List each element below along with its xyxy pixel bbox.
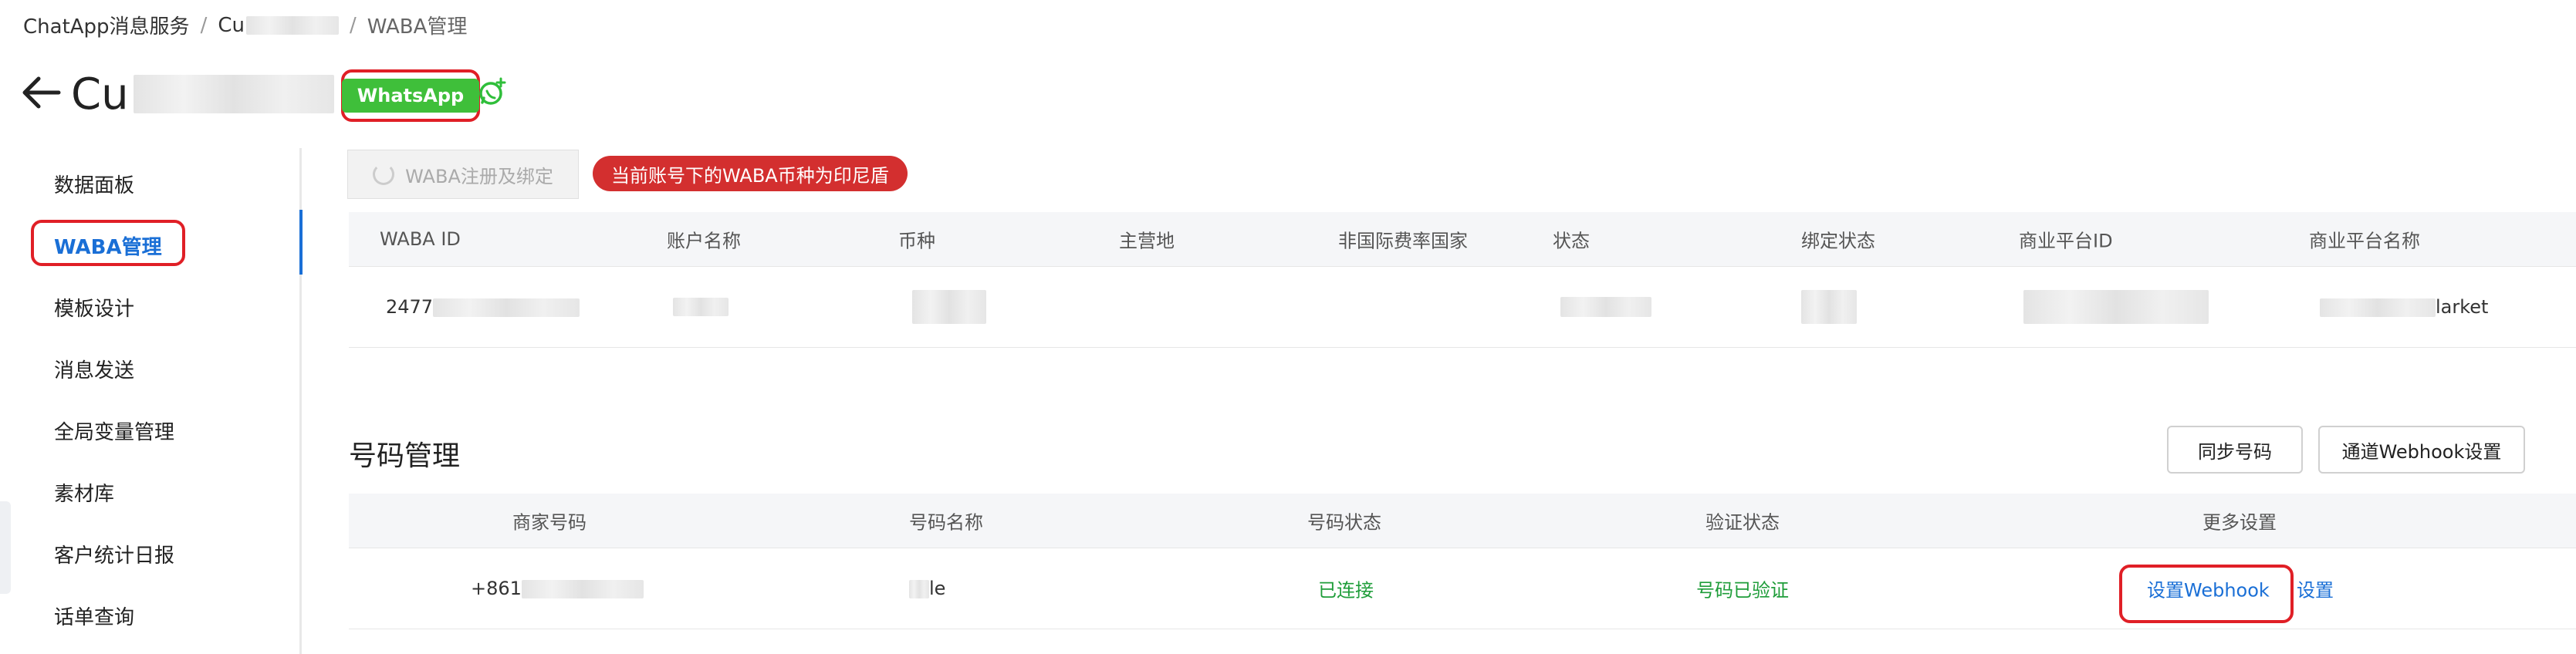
sync-numbers-button[interactable]: 同步号码 <box>2167 426 2303 474</box>
channel-webhook-button[interactable]: 通道Webhook设置 <box>2318 426 2525 474</box>
column-header: 状态 <box>1553 230 1590 252</box>
breadcrumb-separator: / <box>349 13 357 37</box>
redacted-block <box>909 580 929 598</box>
breadcrumb-middle[interactable]: Cu <box>218 14 245 37</box>
column-header: WABA ID <box>380 228 461 250</box>
column-header: 验证状态 <box>1706 511 1780 534</box>
redacted-block <box>133 75 334 113</box>
sidebar-item-template[interactable]: 模板设计 <box>54 293 134 322</box>
redacted-block <box>673 298 729 316</box>
column-header: 号码状态 <box>1307 511 1381 534</box>
breadcrumb-root[interactable]: ChatApp消息服务 <box>23 11 190 39</box>
sidebar-item-bills[interactable]: 话单查询 <box>54 602 134 630</box>
numbers-table-header: 商家号码 号码名称 号码状态 验证状态 更多设置 <box>349 494 2576 548</box>
waba-id-value: 2477 <box>386 296 434 318</box>
phone-cell: +861 <box>471 578 644 599</box>
whatsapp-badge: WhatsApp <box>341 79 480 113</box>
column-header: 商业平台名称 <box>2309 230 2420 252</box>
sidebar-item-dashboard[interactable]: 数据面板 <box>54 170 134 198</box>
platform-name-value: larket <box>2436 296 2489 318</box>
collapse-handle[interactable] <box>0 501 11 594</box>
column-header: 非国际费率国家 <box>1338 230 1468 252</box>
set-webhook-highlight <box>2119 565 2294 623</box>
column-header: 账户名称 <box>667 230 741 252</box>
column-header: 更多设置 <box>2202 511 2277 534</box>
number-name-cell: le <box>909 578 945 599</box>
column-header: 号码名称 <box>909 511 983 534</box>
sidebar-active-indicator <box>299 210 303 275</box>
verify-status: 号码已验证 <box>1696 579 1789 602</box>
waba-table-header: WABA ID 账户名称 币种 主营地 非国际费率国家 状态 绑定状态 商业平台… <box>349 212 2576 267</box>
breadcrumb-separator: / <box>200 13 208 37</box>
waba-table: WABA ID 账户名称 币种 主营地 非国际费率国家 状态 绑定状态 商业平台… <box>349 212 2576 348</box>
redacted-block <box>2023 290 2209 324</box>
table-row: 2477 larket <box>349 267 2576 348</box>
sidebar-item-variables[interactable]: 全局变量管理 <box>54 416 174 445</box>
redacted-block <box>1801 290 1857 324</box>
column-header: 商家号码 <box>512 511 587 534</box>
breadcrumb: ChatApp消息服务 / Cu / WABA管理 <box>23 11 467 39</box>
page-header: Cu <box>20 63 334 125</box>
page-title: Cu <box>71 69 129 120</box>
sidebar-item-waba[interactable]: WABA管理 <box>54 231 162 260</box>
redacted-block <box>245 15 339 35</box>
breadcrumb-current: WABA管理 <box>367 15 468 39</box>
redacted-block <box>1560 297 1651 317</box>
column-header: 商业平台ID <box>2019 230 2113 252</box>
redacted-block <box>2320 298 2436 317</box>
number-status: 已连接 <box>1318 579 1374 602</box>
waba-id-cell: 2477 <box>386 296 580 318</box>
sidebar-item-materials[interactable]: 素材库 <box>54 478 114 507</box>
waba-register-button[interactable]: WABA注册及绑定 <box>347 150 579 199</box>
sidebar-item-send[interactable]: 消息发送 <box>54 355 134 383</box>
loading-icon <box>373 164 395 185</box>
platform-name-cell: larket <box>2320 296 2488 318</box>
redacted-block <box>433 298 580 317</box>
sidebar-item-daily-report[interactable]: 客户统计日报 <box>54 540 174 568</box>
section-title: 号码管理 <box>349 440 461 472</box>
column-header: 绑定状态 <box>1801 230 1875 252</box>
whatsapp-add-icon[interactable] <box>477 77 508 108</box>
settings-link[interactable]: 设置 <box>2297 575 2334 602</box>
arrow-left-icon[interactable] <box>20 71 62 117</box>
waba-register-label: WABA注册及绑定 <box>405 165 553 187</box>
number-name-value: le <box>929 578 946 599</box>
whatsapp-badge-highlight: WhatsApp <box>341 69 480 122</box>
redacted-block <box>521 580 644 598</box>
redacted-block <box>912 290 986 324</box>
column-header: 币种 <box>898 230 935 252</box>
phone-value: +861 <box>471 578 522 599</box>
currency-notice-badge: 当前账号下的WABA币种为印尼盾 <box>593 156 908 191</box>
column-header: 主营地 <box>1119 230 1175 252</box>
